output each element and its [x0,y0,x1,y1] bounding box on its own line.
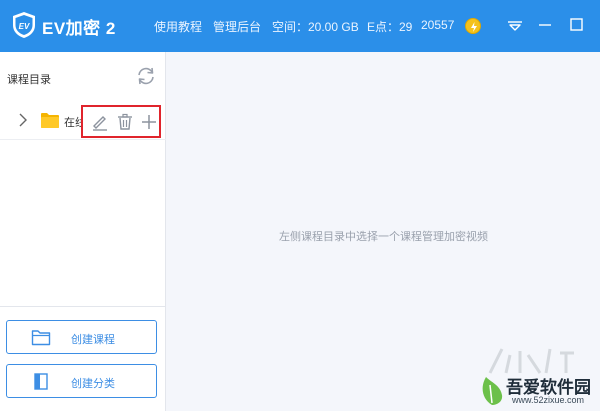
tree-item-category[interactable]: 在线 [0,102,166,140]
folder-icon [41,113,59,128]
course-directory-title: 课程目录 [7,74,51,86]
tutorial-link[interactable]: 使用教程 [154,18,202,35]
item-actions-highlight [81,105,161,138]
title-bar: EV EV加密 2 使用教程 管理后台 空间：20.00 GB E点：29 20… [0,0,600,52]
watermark-deco-icon [488,348,574,374]
user-id-text: 20557 [421,18,455,32]
empty-state-hint: 左侧课程目录中选择一个课程管理加密视频 [279,231,488,243]
app-logo-icon: EV [13,12,35,38]
maximize-icon[interactable] [564,14,588,36]
edit-pencil-icon[interactable] [91,113,109,131]
dropdown-menu-icon[interactable] [503,14,527,36]
create-course-button[interactable]: 创建课程 [6,320,157,354]
book-icon [34,373,48,390]
refresh-icon[interactable] [135,66,157,86]
coin-icon[interactable] [465,18,481,34]
watermark-url: www.52zixue.com [512,395,585,405]
svg-text:EV: EV [19,22,30,31]
sidebar: 课程目录 在线 创建课程 创建分类 [0,52,166,411]
sidebar-divider [0,306,166,307]
storage-space-text: 空间：20.00 GB [272,20,359,34]
e-points-text: E点：29 [367,20,413,34]
minimize-icon[interactable] [533,14,557,36]
create-category-button[interactable]: 创建分类 [6,364,157,398]
sidebar-header: 课程目录 [0,52,166,98]
watermark-leaf-icon [482,377,503,405]
create-category-label: 创建分类 [71,378,115,390]
tree-item-label: 在线 [64,117,82,129]
create-course-label: 创建课程 [71,334,115,346]
add-plus-icon[interactable] [140,113,158,131]
app-title: EV加密 2 [42,19,116,38]
admin-link[interactable]: 管理后台 [213,18,261,35]
delete-trash-icon[interactable] [116,113,134,131]
site-watermark: 吾爱软件园 www.52zixue.com [470,345,600,411]
folder-outline-icon [31,330,51,346]
chevron-right-icon[interactable] [18,113,28,127]
